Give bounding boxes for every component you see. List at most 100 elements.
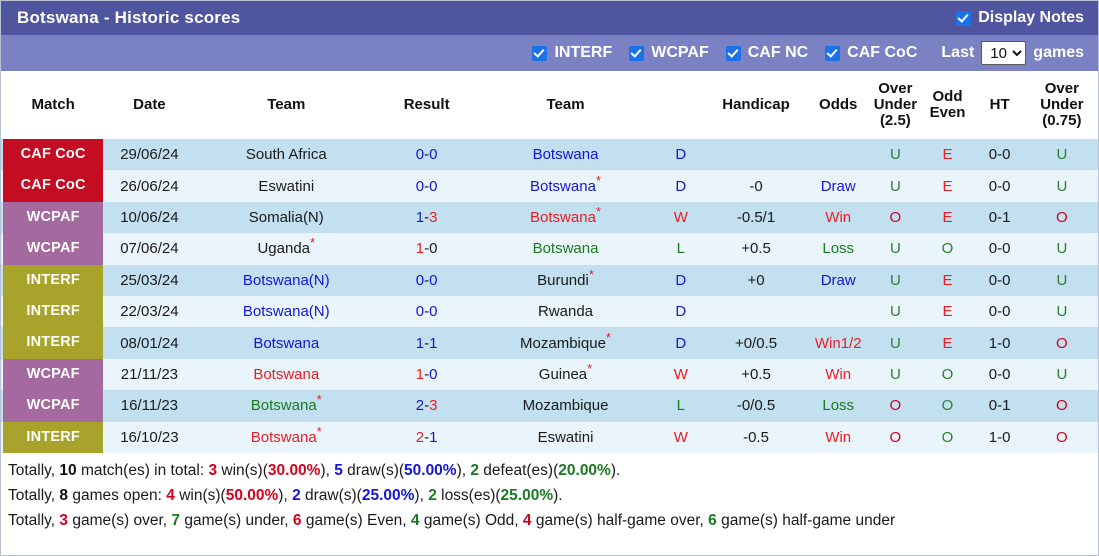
table-row[interactable]: INTERF 25/03/24 Botswana(N) 0-0 Burundi* D +0 D… — [1, 264, 1098, 296]
home-team-name[interactable]: South Africa — [246, 146, 327, 163]
league-badge[interactable]: INTERF — [3, 327, 104, 359]
away-team[interactable]: Rwanda — [474, 295, 657, 328]
match-result[interactable]: 1-0 — [379, 358, 475, 391]
league-badge[interactable]: WCPAF — [3, 358, 104, 391]
col-header-result[interactable]: Result — [379, 71, 475, 139]
home-team-name[interactable]: Botswana — [253, 366, 319, 383]
col-header-team-away[interactable]: Team — [474, 71, 657, 139]
away-team-name[interactable]: Botswana — [533, 240, 599, 257]
league-badge-cell[interactable]: INTERF — [1, 327, 106, 359]
table-row[interactable]: WCPAF 16/11/23 Botswana* 2-3 Mozambique L -0/0… — [1, 390, 1098, 422]
checkbox-checked-icon[interactable] — [956, 10, 972, 26]
away-team[interactable]: Mozambique* — [474, 327, 657, 359]
table-row[interactable]: WCPAF 07/06/24 Uganda* 1-0 Botswana L +0.5 Loss… — [1, 233, 1098, 265]
match-result[interactable]: 0-0 — [379, 264, 475, 296]
home-team[interactable]: Botswana* — [193, 390, 380, 422]
league-badge-cell[interactable]: INTERF — [1, 264, 106, 296]
league-badge[interactable]: CAF CoC — [3, 170, 104, 202]
checkbox-checked-icon[interactable] — [825, 45, 841, 61]
col-header-team-home[interactable]: Team — [193, 71, 380, 139]
home-team[interactable]: Botswana — [193, 358, 380, 391]
col-header-date[interactable]: Date — [105, 71, 194, 139]
col-header-match[interactable]: Match — [1, 71, 106, 139]
col-header-odds[interactable]: Odds — [807, 71, 870, 139]
match-result[interactable]: 1-1 — [379, 327, 475, 359]
away-team[interactable]: Burundi* — [474, 264, 657, 296]
league-badge-cell[interactable]: CAF CoC — [1, 170, 106, 202]
league-badge-cell[interactable]: WCPAF — [1, 201, 106, 234]
away-team[interactable]: Guinea* — [474, 358, 657, 391]
away-team-name[interactable]: Mozambique* — [520, 331, 611, 352]
away-team[interactable]: Botswana* — [474, 201, 657, 234]
table-row[interactable]: INTERF 16/10/23 Botswana* 2-1 Eswatini W -0.5 W… — [1, 421, 1098, 453]
filter-interf[interactable]: INTERF — [532, 44, 612, 62]
league-badge[interactable]: WCPAF — [3, 390, 104, 422]
league-badge[interactable]: CAF CoC — [3, 139, 104, 171]
filter-caf-nc[interactable]: CAF NC — [725, 44, 808, 62]
checkbox-checked-icon[interactable] — [629, 45, 645, 61]
league-badge-cell[interactable]: WCPAF — [1, 358, 106, 391]
checkbox-checked-icon[interactable] — [532, 45, 548, 61]
home-team-name[interactable]: Botswana(N) — [243, 272, 330, 289]
home-team[interactable]: South Africa — [193, 139, 380, 171]
away-team-name[interactable]: Eswatini — [538, 429, 594, 446]
display-notes-toggle[interactable]: Display Notes — [956, 9, 1084, 27]
home-team[interactable]: Eswatini — [193, 170, 380, 202]
match-result[interactable]: 0-0 — [379, 139, 475, 171]
match-result[interactable]: 0-0 — [379, 170, 475, 202]
away-team-name[interactable]: Rwanda — [538, 303, 593, 320]
col-header-ht[interactable]: HT — [973, 71, 1026, 139]
table-row[interactable]: CAF CoC 29/06/24 South Africa 0-0 Botswana D U… — [1, 139, 1098, 171]
away-team-name[interactable]: Botswana* — [530, 205, 601, 226]
away-team-name[interactable]: Mozambique — [523, 397, 609, 414]
home-team[interactable]: Botswana* — [193, 421, 380, 453]
away-team-name[interactable]: Guinea* — [539, 362, 592, 383]
away-team-name[interactable]: Botswana — [533, 146, 599, 163]
league-badge[interactable]: INTERF — [3, 295, 104, 328]
home-team-name[interactable]: Eswatini — [258, 178, 314, 195]
home-team[interactable]: Botswana(N) — [193, 295, 380, 328]
games-count-select[interactable]: 510152030 — [981, 41, 1027, 65]
match-result[interactable]: 2-1 — [379, 421, 475, 453]
home-team-name[interactable]: Botswana — [253, 335, 319, 352]
home-team[interactable]: Uganda* — [193, 233, 380, 265]
league-badge[interactable]: INTERF — [3, 421, 104, 453]
match-result[interactable]: 0-0 — [379, 295, 475, 328]
league-badge-cell[interactable]: CAF CoC — [1, 139, 106, 171]
match-result[interactable]: 2-3 — [379, 390, 475, 422]
col-header-odd-even[interactable]: Odd Even — [921, 71, 974, 139]
home-team-name[interactable]: Somalia(N) — [249, 209, 324, 226]
league-badge-cell[interactable]: INTERF — [1, 421, 106, 453]
league-badge-cell[interactable]: INTERF — [1, 295, 106, 328]
home-team-name[interactable]: Botswana(N) — [243, 303, 330, 320]
home-team[interactable]: Somalia(N) — [193, 201, 380, 234]
home-team-name[interactable]: Uganda* — [257, 236, 315, 257]
away-team[interactable]: Botswana* — [474, 170, 657, 202]
match-result[interactable]: 1-0 — [379, 233, 475, 265]
filter-caf-coc[interactable]: CAF CoC — [825, 44, 917, 62]
table-row[interactable]: INTERF 08/01/24 Botswana 1-1 Mozambique* D +0/… — [1, 327, 1098, 359]
league-badge-cell[interactable]: WCPAF — [1, 233, 106, 265]
match-result[interactable]: 1-3 — [379, 201, 475, 234]
col-header-over-under-25[interactable]: Over Under (2.5) — [869, 71, 922, 139]
home-team[interactable]: Botswana(N) — [193, 264, 380, 296]
table-row[interactable]: WCPAF 21/11/23 Botswana 1-0 Guinea* W +0.5 Win U… — [1, 358, 1098, 391]
home-team-name[interactable]: Botswana* — [251, 393, 322, 414]
away-team[interactable]: Mozambique — [474, 390, 657, 422]
league-badge[interactable]: WCPAF — [3, 201, 104, 234]
away-team[interactable]: Eswatini — [474, 421, 657, 453]
league-badge[interactable]: WCPAF — [3, 233, 104, 265]
away-team[interactable]: Botswana — [474, 233, 657, 265]
away-team-name[interactable]: Botswana* — [530, 174, 601, 195]
table-row[interactable]: WCPAF 10/06/24 Somalia(N) 1-3 Botswana* W -0.5… — [1, 201, 1098, 234]
away-team[interactable]: Botswana — [474, 139, 657, 171]
away-team-name[interactable]: Burundi* — [537, 268, 594, 289]
home-team[interactable]: Botswana — [193, 327, 380, 359]
col-header-over-under-075[interactable]: Over Under (0.75) — [1025, 71, 1098, 139]
table-row[interactable]: CAF CoC 26/06/24 Eswatini 0-0 Botswana* D -0 Dr… — [1, 170, 1098, 202]
league-badge-cell[interactable]: WCPAF — [1, 390, 106, 422]
col-header-handicap[interactable]: Handicap — [704, 71, 808, 139]
home-team-name[interactable]: Botswana* — [251, 425, 322, 446]
table-row[interactable]: INTERF 22/03/24 Botswana(N) 0-0 Rwanda D U E 0-0… — [1, 295, 1098, 328]
league-badge[interactable]: INTERF — [3, 264, 104, 296]
